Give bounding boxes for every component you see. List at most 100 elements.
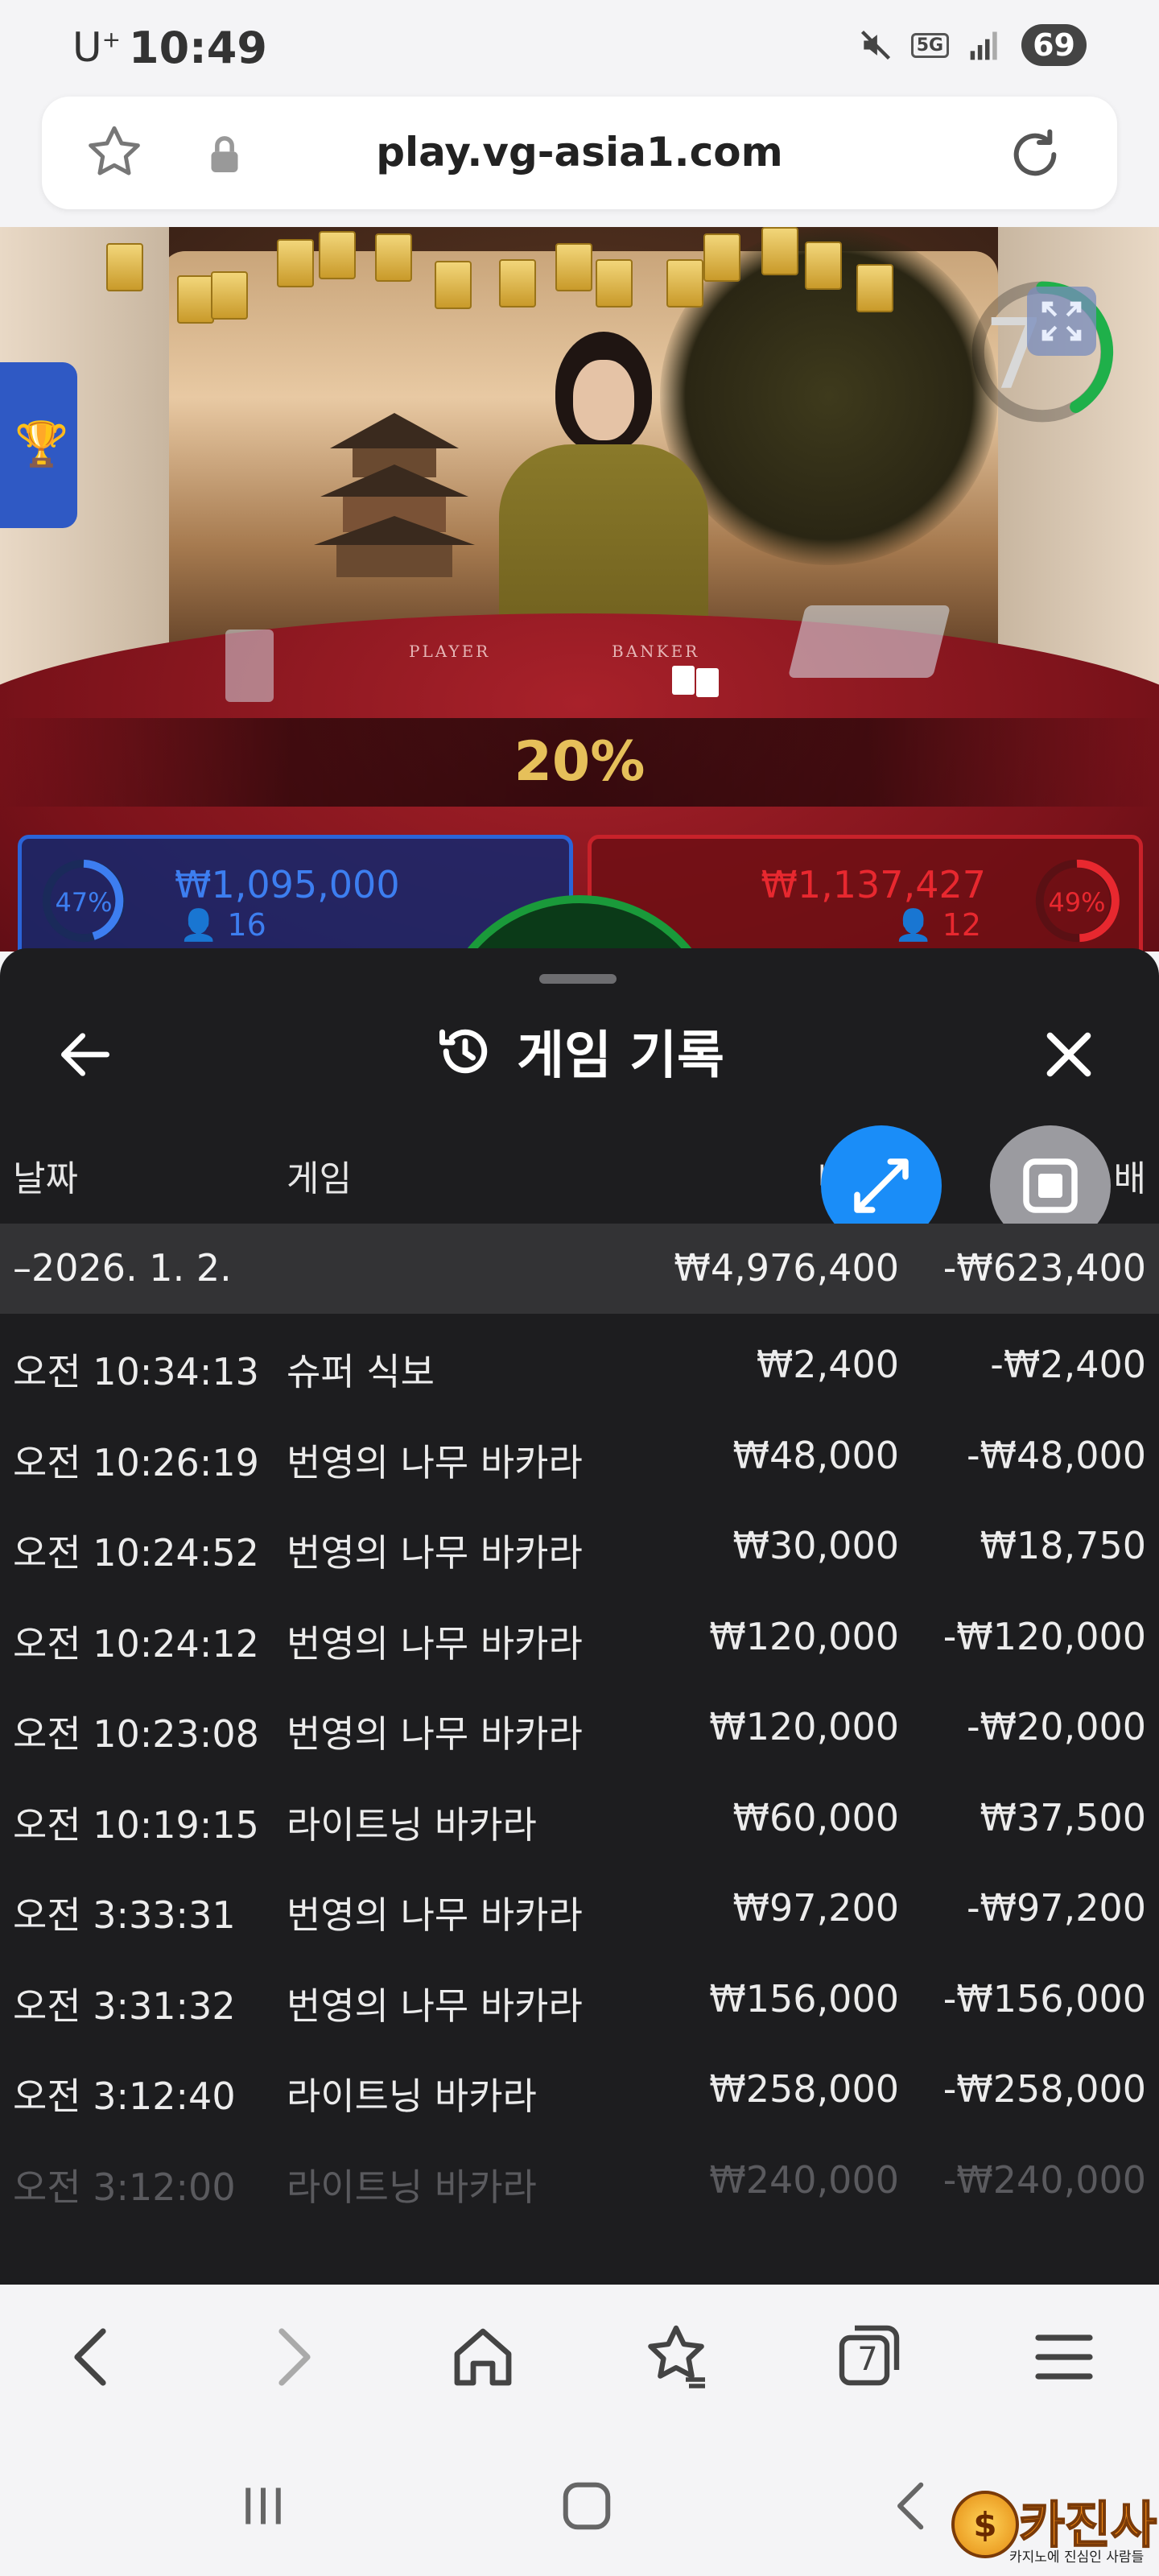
- url-text[interactable]: play.vg-asia1.com: [42, 129, 1117, 175]
- lantern: [499, 259, 536, 308]
- lantern: [805, 242, 842, 290]
- row-bet: ₩97,200: [732, 1886, 899, 1930]
- system-back-icon[interactable]: [876, 2470, 948, 2542]
- lantern: [277, 239, 314, 287]
- tab-count: 7: [857, 2341, 878, 2378]
- lantern: [761, 227, 798, 275]
- row-game: 번영의 나무 바카라: [287, 1531, 583, 1575]
- home-icon[interactable]: [444, 2318, 522, 2396]
- home-button-icon[interactable]: [551, 2470, 623, 2542]
- logo-tagline: 카지노에 진심인 사람들: [1009, 2549, 1145, 2566]
- player-user-count: 👤 16: [179, 907, 266, 943]
- lantern: [703, 233, 740, 282]
- row-time: 오전 3:31:32: [13, 1984, 236, 2028]
- banker-percent: 49%: [1048, 887, 1106, 918]
- table-row[interactable]: 오전 3:31:32 번영의 나무 바카라 ₩156,000 -₩156,000: [0, 1950, 1159, 2041]
- row-bet: ₩258,000: [709, 2067, 899, 2111]
- row-game: 라이트닝 바카라: [287, 2074, 537, 2118]
- date-group-row[interactable]: –2026. 1. 2. ₩4,976,400 -₩623,400: [0, 1224, 1159, 1314]
- close-icon[interactable]: [1037, 1022, 1101, 1087]
- mute-icon: [860, 30, 890, 60]
- discard-box: [225, 630, 274, 702]
- lantern: [555, 243, 592, 291]
- bookmarks-icon[interactable]: [637, 2318, 715, 2396]
- row-game: 라이트닝 바카라: [287, 2165, 537, 2209]
- lantern: [106, 243, 143, 291]
- table-label-player: PLAYER: [409, 642, 491, 661]
- reload-icon[interactable]: [1003, 122, 1067, 187]
- player-bet-amount: ₩1,095,000: [175, 863, 400, 906]
- lantern: [596, 259, 633, 308]
- fullscreen-icon[interactable]: [1027, 287, 1096, 356]
- user-icon: 👤: [894, 907, 933, 943]
- dealer-face: [573, 360, 634, 440]
- banker-user-count: 👤 12: [894, 907, 981, 943]
- table-row[interactable]: 오전 3:12:40 라이트닝 바카라 ₩258,000 -₩258,000: [0, 2040, 1159, 2131]
- signal-icon: [970, 31, 997, 60]
- row-result: ₩18,750: [980, 1524, 1146, 1567]
- back-icon[interactable]: [55, 2318, 132, 2396]
- row-bet: ₩120,000: [709, 1705, 899, 1748]
- history-list: 오전 10:34:13 슈퍼 식보 ₩2,400 -₩2,400 오전 10:26:1…: [0, 1315, 1159, 2221]
- table-row[interactable]: 오전 10:23:08 번영의 나무 바카라 ₩120,000 -₩20,000: [0, 1678, 1159, 1769]
- recents-icon[interactable]: [227, 2470, 299, 2542]
- pagoda-graphic: [314, 413, 475, 577]
- coin-symbol: $: [973, 2505, 997, 2545]
- date-group-total-result: -₩623,400: [942, 1246, 1146, 1290]
- row-game: 번영의 나무 바카라: [287, 1893, 583, 1937]
- status-bar: U+ 10:49 5G 69: [0, 0, 1159, 97]
- row-result: -₩48,000: [966, 1433, 1146, 1477]
- address-bar[interactable]: play.vg-asia1.com: [42, 97, 1117, 209]
- sheet-header: 게임 기록: [0, 1014, 1159, 1088]
- row-bet: ₩48,000: [732, 1433, 899, 1477]
- row-time: 오전 3:33:31: [13, 1893, 236, 1937]
- screen: U+ 10:49 5G 69 play.vg-asia1.com PLAYER …: [0, 0, 1159, 2576]
- lantern: [666, 259, 703, 308]
- row-game: 번영의 나무 바카라: [287, 1621, 583, 1666]
- row-game: 번영의 나무 바카라: [287, 1984, 583, 2028]
- progress-banner: 20%: [0, 718, 1159, 807]
- leaderboard-tab[interactable]: 🏆: [0, 362, 77, 528]
- row-result: -₩20,000: [966, 1705, 1146, 1748]
- row-bet: ₩30,000: [732, 1524, 899, 1567]
- row-result: -₩2,400: [990, 1343, 1146, 1386]
- row-result: -₩240,000: [942, 2157, 1146, 2202]
- lantern: [319, 231, 356, 279]
- forward-icon[interactable]: [253, 2318, 330, 2396]
- row-time: 오전 10:23:08: [13, 1712, 259, 1756]
- table-row[interactable]: 오전 3:12:00 라이트닝 바카라 ₩240,000 -₩240,000: [0, 2131, 1159, 2222]
- player-percent: 47%: [55, 887, 113, 918]
- menu-icon[interactable]: [1025, 2318, 1103, 2396]
- column-header-result[interactable]: 배: [1114, 1150, 1146, 1201]
- table-row[interactable]: 오전 3:33:31 번영의 나무 바카라 ₩97,200 -₩97,200: [0, 1859, 1159, 1950]
- playing-card: [696, 668, 719, 697]
- user-icon: 👤: [179, 907, 218, 943]
- date-group-label: –2026. 1. 2.: [13, 1246, 232, 1290]
- column-header-date[interactable]: 날짜: [13, 1150, 78, 1201]
- network-type-icon: 5G: [910, 32, 950, 58]
- sheet-title: 게임 기록: [517, 1026, 724, 1086]
- table-row[interactable]: 오전 10:24:52 번영의 나무 바카라 ₩30,000 ₩18,750: [0, 1496, 1159, 1587]
- carrier-label: U+: [72, 24, 122, 71]
- battery-icon: 69: [1021, 24, 1087, 66]
- history-icon: [439, 1029, 488, 1074]
- game-history-sheet: 게임 기록 날짜 게임 베팅 배 –2026. 1. 2. ₩4,976,400…: [0, 948, 1159, 2285]
- row-bet: ₩2,400: [756, 1343, 899, 1386]
- table-row[interactable]: 오전 10:24:12 번영의 나무 바카라 ₩120,000 -₩120,000: [0, 1587, 1159, 1678]
- table-row[interactable]: 오전 10:26:19 번영의 나무 바카라 ₩48,000 -₩48,000: [0, 1406, 1159, 1497]
- column-header-game[interactable]: 게임: [287, 1150, 352, 1201]
- date-group-total-bet: ₩4,976,400: [674, 1246, 899, 1290]
- live-game-video[interactable]: PLAYER BANKER 20% 7 🏆 47% ₩1,095,000 👤 1…: [0, 227, 1159, 952]
- lantern: [435, 261, 472, 309]
- row-result: -₩97,200: [966, 1886, 1146, 1930]
- table-row[interactable]: 오전 10:19:15 라이트닝 바카라 ₩60,000 ₩37,500: [0, 1769, 1159, 1860]
- sheet-drag-handle[interactable]: [539, 974, 617, 984]
- banker-bet-amount: ₩1,137,427: [761, 863, 986, 906]
- card-shoe: [787, 605, 951, 678]
- row-bet: ₩120,000: [709, 1614, 899, 1658]
- browser-toolbar: 7: [0, 2285, 1159, 2429]
- table-row[interactable]: 오전 10:34:13 슈퍼 식보 ₩2,400 -₩2,400: [0, 1315, 1159, 1406]
- lantern: [856, 264, 893, 312]
- row-game: 번영의 나무 바카라: [287, 1440, 583, 1484]
- tabs-button[interactable]: 7: [829, 2318, 906, 2396]
